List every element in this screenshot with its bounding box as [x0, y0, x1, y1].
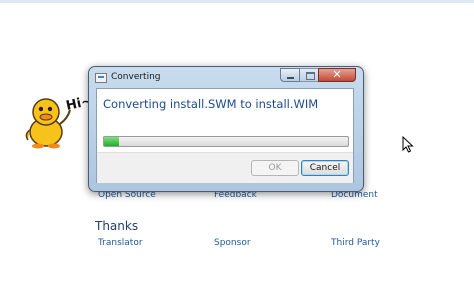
close-button[interactable]: ✕	[318, 68, 356, 82]
progress-fill	[104, 137, 119, 146]
app-icon	[95, 73, 107, 83]
mouse-cursor-icon	[402, 136, 414, 153]
cancel-button[interactable]: Cancel	[301, 160, 349, 176]
duck-mascot-logo: Hi~	[25, 94, 93, 149]
close-icon: ✕	[332, 68, 342, 81]
button-bar: OK Cancel	[97, 152, 353, 183]
minimize-icon[interactable]	[280, 68, 300, 82]
ok-button[interactable]: OK	[251, 160, 299, 176]
dialog-content: Converting install.SWM to install.WIM OK…	[96, 88, 354, 183]
maximize-icon[interactable]	[299, 68, 319, 82]
top-accent-strip	[0, 0, 474, 3]
converting-dialog: Converting ✕ Converting install.SWM to i…	[88, 66, 364, 192]
link-sponsor[interactable]: Sponsor	[214, 238, 251, 248]
dialog-title: Converting	[111, 72, 161, 82]
progress-bar	[103, 136, 349, 147]
link-translator[interactable]: Translator	[98, 238, 143, 248]
dialog-titlebar[interactable]: Converting ✕	[89, 67, 363, 87]
status-message: Converting install.SWM to install.WIM	[103, 97, 319, 111]
thanks-heading: Thanks	[95, 219, 139, 233]
link-third-party[interactable]: Third Party	[331, 238, 380, 248]
